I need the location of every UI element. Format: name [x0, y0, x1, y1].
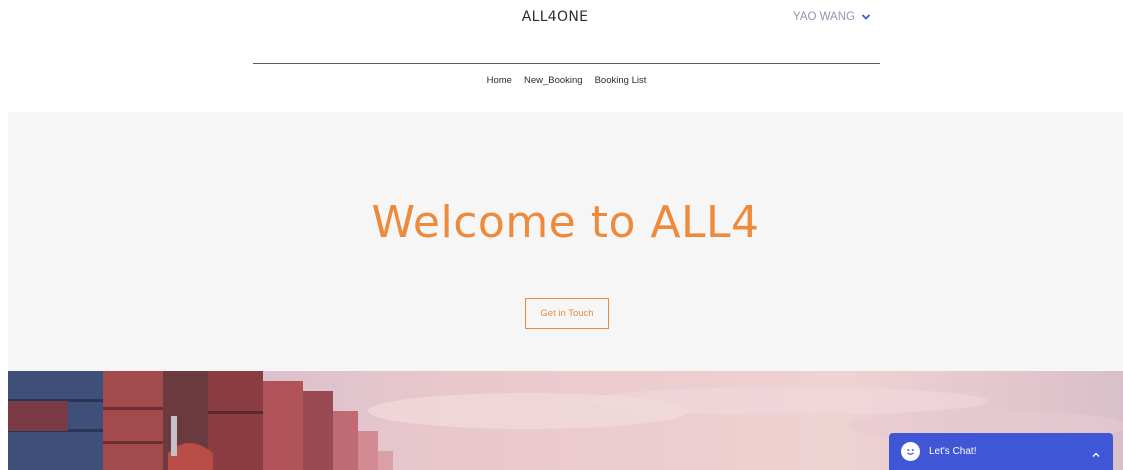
get-in-touch-button[interactable]: Get in Touch: [525, 298, 609, 329]
main-nav: Home New_Booking Booking List: [0, 75, 1123, 86]
site-header: ALL4ONE YAO WANG Home New_Booking Bookin…: [0, 0, 1123, 112]
chat-widget[interactable]: Let's Chat!: [889, 433, 1113, 470]
site-brand[interactable]: ALL4ONE: [0, 9, 1110, 25]
user-menu[interactable]: YAO WANG: [793, 11, 871, 23]
smile-face-icon: [901, 442, 920, 461]
header-divider: [253, 63, 880, 64]
page: ALL4ONE YAO WANG Home New_Booking Bookin…: [0, 0, 1123, 470]
chevron-up-icon[interactable]: [1091, 447, 1101, 457]
nav-item-new-booking[interactable]: New_Booking: [524, 75, 583, 86]
hero-section: Welcome to ALL4 Get in Touch: [8, 112, 1123, 371]
user-name[interactable]: YAO WANG: [793, 11, 855, 23]
chevron-down-icon[interactable]: [861, 12, 871, 22]
chat-label[interactable]: Let's Chat!: [929, 446, 1091, 457]
nav-item-home[interactable]: Home: [487, 75, 512, 86]
hero-title: Welcome to ALL4: [371, 197, 760, 248]
nav-item-booking-list[interactable]: Booking List: [595, 75, 647, 86]
